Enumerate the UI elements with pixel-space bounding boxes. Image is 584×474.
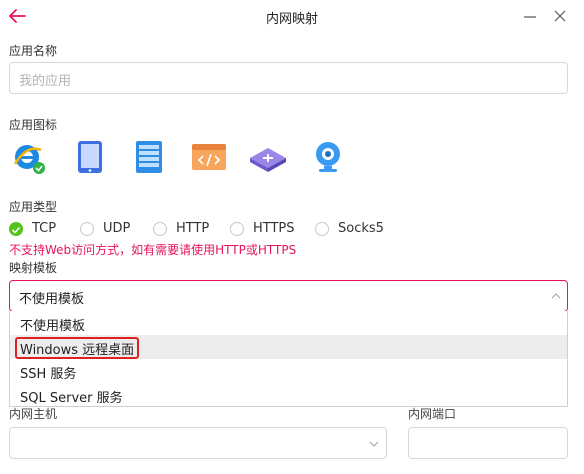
tablet-icon[interactable] [74,140,108,174]
app-type-label: 应用类型 [9,200,58,214]
radio-http[interactable] [153,222,167,236]
radio-https[interactable] [230,222,244,236]
template-option-windows-rdp[interactable]: Windows 远程桌面 [10,335,567,359]
router-icon[interactable] [248,140,288,174]
minimize-icon [524,16,536,18]
template-option-label: 不使用模板 [20,319,86,334]
app-icon-label: 应用图标 [9,118,58,132]
template-option-none[interactable]: 不使用模板 [10,311,567,335]
window-title: 内网映射 [265,12,318,27]
template-option-label: SQL Server 服务 [20,391,123,406]
lan-host-label: 内网主机 [9,407,58,421]
code-window-icon[interactable] [191,140,227,174]
check-icon [11,226,21,234]
template-select-value: 不使用模板 [19,292,85,307]
chevron-up-icon [551,293,561,299]
minimize-button[interactable] [520,6,540,26]
radio-label-https[interactable]: HTTPS [253,221,295,236]
radio-tcp[interactable] [9,222,23,236]
app-name-label: 应用名称 [9,44,58,58]
close-icon [554,10,566,22]
template-option-ssh[interactable]: SSH 服务 [10,359,567,383]
server-icon[interactable] [133,140,167,174]
radio-socks5[interactable] [315,222,329,236]
app-type-warning: 不支持Web访问方式，如有需要请使用HTTP或HTTPS [9,243,297,257]
radio-label-tcp[interactable]: TCP [32,221,56,236]
template-option-label: Windows 远程桌面 [20,343,135,358]
radio-label-http[interactable]: HTTP [176,221,209,236]
template-dropdown: 不使用模板 Windows 远程桌面 SSH 服务 SQL Server 服务 [9,311,568,407]
app-name-placeholder: 我的应用 [19,74,72,89]
radio-udp[interactable] [80,222,94,236]
chevron-down-icon [369,441,379,447]
ie-icon[interactable] [11,140,45,174]
radio-label-udp[interactable]: UDP [103,221,130,236]
app-name-input[interactable]: 我的应用 [9,62,568,94]
template-label: 映射模板 [9,261,58,275]
lan-port-input[interactable] [408,427,568,459]
close-button[interactable] [550,6,570,26]
lan-host-select[interactable] [9,427,387,459]
template-option-label: SSH 服务 [20,367,77,382]
radio-label-socks5[interactable]: Socks5 [338,221,384,236]
template-option-sql-server[interactable]: SQL Server 服务 [10,383,567,407]
template-select[interactable]: 不使用模板 [9,280,568,312]
lan-port-label: 内网端口 [408,407,457,421]
webcam-icon[interactable] [311,140,345,174]
